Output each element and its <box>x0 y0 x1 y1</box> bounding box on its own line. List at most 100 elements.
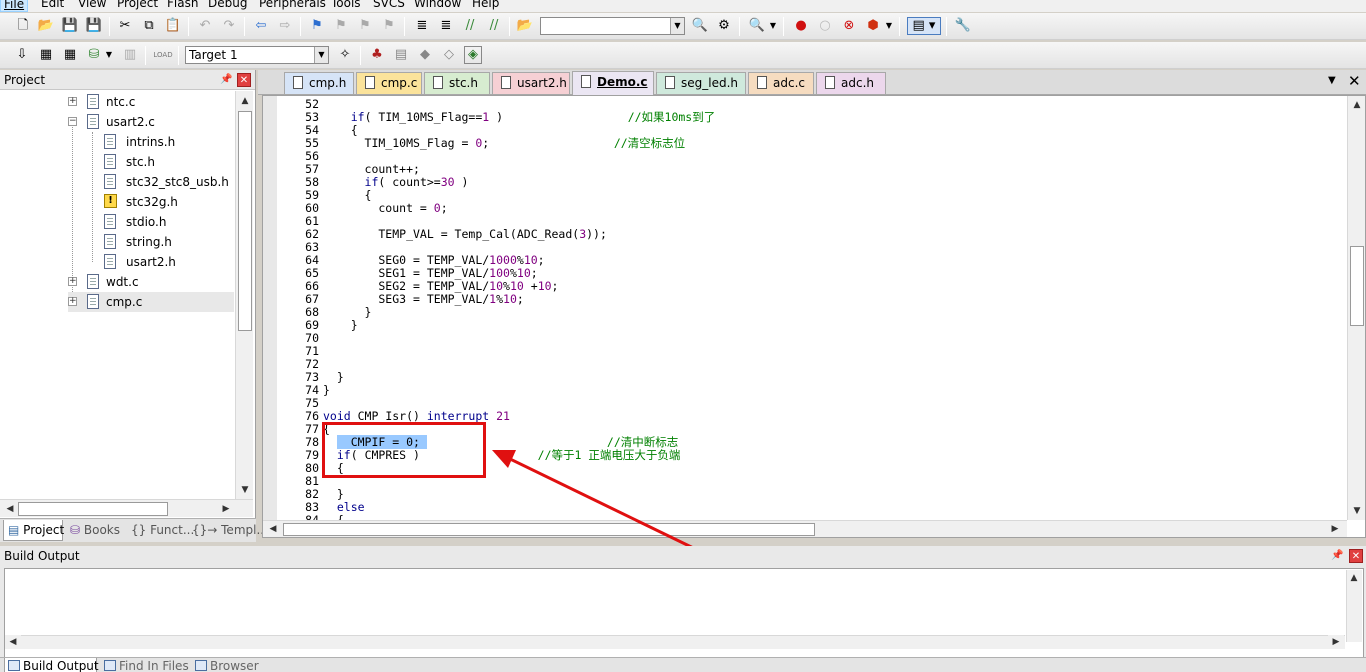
menu-peripherals[interactable]: Peripherals <box>259 0 326 10</box>
undo-icon[interactable]: ↶ <box>196 17 214 35</box>
scroll-thumb[interactable] <box>18 502 168 516</box>
uncomment-icon[interactable]: // <box>485 17 503 35</box>
expand-icon[interactable]: + <box>68 277 77 286</box>
menu-tools[interactable]: Tools <box>331 0 361 10</box>
scroll-down-icon[interactable]: ▼ <box>1349 503 1365 519</box>
tab-usart2-h[interactable]: usart2.h <box>492 72 570 94</box>
kill-breakpoints-icon[interactable]: ⊗ <box>840 17 858 35</box>
nav-back-icon[interactable]: ⇦ <box>252 17 270 35</box>
incremental-find-icon[interactable]: ⚙ <box>715 17 733 35</box>
build-horizontal-scrollbar[interactable]: ◀ ▶ <box>5 635 1345 649</box>
menu-edit[interactable]: Edit <box>41 0 64 10</box>
new-file-icon[interactable]: 🗋 <box>14 17 32 35</box>
chevron-down-icon[interactable]: ▼ <box>884 17 894 35</box>
pin-icon[interactable]: 📌 <box>1331 550 1343 562</box>
scroll-thumb[interactable] <box>1350 246 1364 326</box>
batch-build-icon[interactable]: ⛁ <box>85 46 103 64</box>
scroll-right-icon[interactable]: ▶ <box>1328 635 1344 649</box>
file-extensions-icon[interactable]: ♣ <box>368 46 386 64</box>
menu-project[interactable]: Project <box>117 0 158 10</box>
scroll-thumb[interactable] <box>238 111 252 331</box>
chevron-down-icon[interactable]: ▼ <box>1328 75 1336 86</box>
pin-icon[interactable]: 📌 <box>220 74 232 86</box>
stop-build-icon[interactable]: ▥ <box>121 46 139 64</box>
pack-installer-icon[interactable]: ◇ <box>440 46 458 64</box>
prev-bookmark-icon[interactable]: ⚑ <box>332 17 350 35</box>
tree-item-cmp-c[interactable]: + cmp.c <box>68 292 234 312</box>
paste-icon[interactable]: 📋 <box>164 17 182 35</box>
scroll-up-icon[interactable]: ▲ <box>1349 97 1365 113</box>
disable-breakpoint-icon[interactable]: ○ <box>816 17 834 35</box>
tab-build-output[interactable]: Build Output <box>4 658 99 672</box>
scroll-up-icon[interactable]: ▲ <box>237 93 253 109</box>
menu-file[interactable]: File <box>0 0 29 12</box>
unindent-icon[interactable]: ≣ <box>437 17 455 35</box>
manage-rte-icon[interactable]: ◈ <box>464 46 482 64</box>
next-bookmark-icon[interactable]: ⚑ <box>356 17 374 35</box>
menu-view[interactable]: View <box>78 0 106 10</box>
save-all-icon[interactable]: 💾 <box>85 17 103 35</box>
indent-icon[interactable]: ≣ <box>413 17 431 35</box>
tab-find-in-files[interactable]: Find In Files <box>101 658 189 672</box>
cut-icon[interactable]: ✂ <box>116 17 134 35</box>
target-select[interactable]: Target 1 ▼ <box>185 46 329 64</box>
tab-books[interactable]: ⛁ Books <box>66 520 123 541</box>
scroll-thumb[interactable] <box>283 523 815 536</box>
redo-icon[interactable]: ↷ <box>220 17 238 35</box>
close-icon[interactable]: ✕ <box>237 73 251 87</box>
tab-cmp-h[interactable]: cmp.h <box>284 72 354 94</box>
build-vertical-scrollbar[interactable]: ▲ <box>1346 570 1362 642</box>
configure-tools-icon[interactable]: 🔧 <box>954 17 972 35</box>
find-in-files-icon[interactable]: 📂 <box>516 17 534 35</box>
tab-seg-led-h[interactable]: seg_led.h <box>656 72 746 94</box>
menu-svcs[interactable]: SVCS <box>373 0 405 10</box>
scroll-down-icon[interactable]: ▼ <box>237 482 253 498</box>
close-icon[interactable]: ✕ <box>1349 549 1363 563</box>
tab-demo-c[interactable]: Demo.c <box>572 71 654 95</box>
scroll-left-icon[interactable]: ◀ <box>2 501 18 517</box>
tab-templates[interactable]: {}→ Templ... <box>188 520 268 541</box>
tab-stc-h[interactable]: stc.h <box>424 72 490 94</box>
scroll-right-icon[interactable]: ▶ <box>1327 521 1343 537</box>
rebuild-icon[interactable]: ▦ <box>61 46 79 64</box>
menu-window[interactable]: Window <box>414 0 461 10</box>
debug-session-icon[interactable]: 🔍 <box>748 17 766 35</box>
find-icon[interactable]: 🔍 <box>691 17 709 35</box>
translate-icon[interactable]: ⇩ <box>13 46 31 64</box>
scroll-left-icon[interactable]: ◀ <box>5 635 21 649</box>
target-options-icon[interactable]: ✧ <box>336 46 354 64</box>
project-horizontal-scrollbar[interactable]: ◀ ▶ <box>0 499 253 517</box>
nav-forward-icon[interactable]: ⇨ <box>276 17 294 35</box>
copy-icon[interactable]: ⧉ <box>140 17 158 35</box>
expand-icon[interactable]: + <box>68 97 77 106</box>
manage-packs-icon[interactable]: ▤ <box>392 46 410 64</box>
scroll-up-icon[interactable]: ▲ <box>1347 570 1361 586</box>
find-combo[interactable]: ▼ <box>540 17 685 35</box>
project-vertical-scrollbar[interactable]: ▲ ▼ <box>235 91 253 499</box>
expand-icon[interactable]: + <box>68 297 77 306</box>
breakpoint-icon[interactable]: ● <box>792 17 810 35</box>
tab-cmp-c[interactable]: cmp.c <box>356 72 422 94</box>
tab-browser[interactable]: Browser <box>192 658 259 672</box>
menu-debug[interactable]: Debug <box>208 0 247 10</box>
tab-adc-c[interactable]: adc.c <box>748 72 814 94</box>
tab-adc-h[interactable]: adc.h <box>816 72 886 94</box>
editor-horizontal-scrollbar[interactable]: ◀ ▶ <box>263 520 1347 537</box>
collapse-icon[interactable]: − <box>68 117 77 126</box>
menu-flash[interactable]: Flash <box>167 0 198 10</box>
tab-functions[interactable]: {} Funct... <box>127 520 194 541</box>
editor-vertical-scrollbar[interactable]: ▲ ▼ <box>1347 96 1365 520</box>
open-file-icon[interactable]: 📂 <box>37 17 55 35</box>
chevron-down-icon[interactable]: ▼ <box>768 17 778 35</box>
bookmark-icon[interactable]: ⚑ <box>308 17 326 35</box>
clear-bookmarks-icon[interactable]: ⚑ <box>380 17 398 35</box>
menu-help[interactable]: Help <box>472 0 499 10</box>
enable-all-breakpoints-icon[interactable]: ⬢ <box>864 17 882 35</box>
scroll-right-icon[interactable]: ▶ <box>218 501 234 517</box>
scroll-left-icon[interactable]: ◀ <box>265 521 281 537</box>
download-icon[interactable]: LOAD <box>153 46 172 64</box>
window-layout-icon[interactable]: ▤ ▾ <box>907 17 941 35</box>
close-icon[interactable]: ✕ <box>1348 72 1361 90</box>
build-icon[interactable]: ▦ <box>37 46 55 64</box>
chevron-down-icon[interactable]: ▼ <box>104 46 114 64</box>
